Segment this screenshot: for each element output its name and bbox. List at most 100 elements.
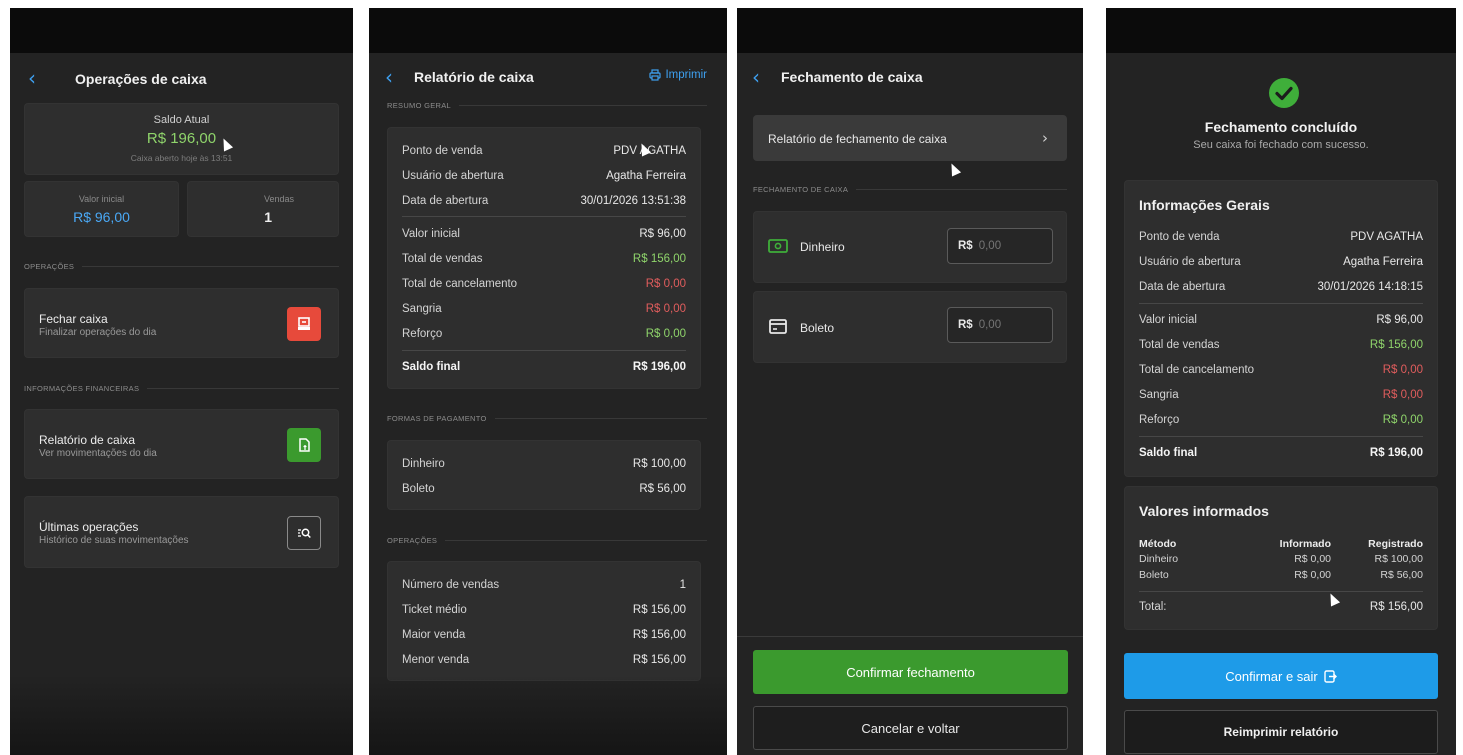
- exit-icon: [1324, 669, 1337, 683]
- boleto-row: Boleto R$: [753, 291, 1067, 363]
- valor-inicial-card: Valor inicial R$ 96,00: [24, 181, 179, 237]
- cancelar-voltar-button[interactable]: Cancelar e voltar: [753, 706, 1068, 750]
- saldo-final-row: Saldo final R$ 196,00: [402, 361, 686, 373]
- dinheiro-input[interactable]: R$: [947, 228, 1053, 264]
- section-fechamento-caixa: FECHAMENTO DE CAIXA: [753, 185, 1067, 194]
- divider: [1139, 591, 1423, 592]
- resumo-row: Usuário de abertura Agatha Ferreira: [402, 170, 686, 182]
- page-title: Fechamento de caixa: [781, 69, 923, 85]
- success-title: Fechamento concluído: [1204, 119, 1358, 135]
- info-row: Sangria R$ 0,00: [1139, 389, 1423, 401]
- informacoes-gerais-title: Informações Gerais: [1139, 197, 1270, 213]
- info-row: Usuário de abertura Agatha Ferreira: [1139, 256, 1423, 268]
- operacao-row: Ticket médio R$ 156,00: [402, 604, 686, 616]
- bottom-fade: [369, 675, 727, 755]
- report-document-icon: [287, 428, 321, 462]
- vendas-value: 1: [264, 209, 272, 225]
- back-chevron-icon[interactable]: ‹: [752, 65, 760, 89]
- status-bar: [1106, 8, 1456, 53]
- vendas-label: Vendas: [263, 194, 294, 204]
- operacoes-card: Número de vendas 1 Ticket médio R$ 156,00 …: [387, 561, 701, 681]
- relatorio-caixa-button[interactable]: Relatório de caixa Ver movimentações do …: [24, 409, 339, 479]
- ultimas-operacoes-subtitle: Histórico de suas movimentações: [39, 535, 189, 546]
- print-button[interactable]: Imprimir: [649, 69, 707, 81]
- resumo-row: Valor inicial R$ 96,00: [402, 228, 686, 240]
- valor-inicial-value: R$ 96,00: [73, 209, 130, 225]
- resumo-row: Total de cancelamento R$ 0,00: [402, 278, 686, 290]
- divider: [1139, 436, 1423, 437]
- relatorio-caixa-subtitle: Ver movimentações do dia: [39, 448, 157, 459]
- print-label: Imprimir: [665, 69, 707, 81]
- printer-icon: [649, 69, 662, 81]
- info-row: Valor inicial R$ 96,00: [1139, 314, 1423, 326]
- section-informacoes-financeiras: INFORMAÇÕES FINANCEIRAS: [24, 384, 339, 393]
- success-check-icon: [1269, 78, 1299, 108]
- back-chevron-icon[interactable]: ‹: [28, 66, 36, 90]
- boleto-input[interactable]: R$: [947, 307, 1053, 343]
- saldo-subtitle: Caixa aberto hoje às 13:51: [130, 153, 233, 163]
- confirmar-fechamento-button[interactable]: Confirmar fechamento: [753, 650, 1068, 694]
- history-search-icon: [287, 516, 321, 550]
- vendas-card: Vendas 1: [187, 181, 339, 237]
- currency-prefix: R$: [958, 240, 973, 252]
- page-title: Relatório de caixa: [414, 69, 534, 85]
- cash-icon: [768, 239, 788, 253]
- operacao-row: Número de vendas 1: [402, 579, 686, 591]
- valor-inicial-label: Valor inicial: [78, 194, 125, 204]
- valores-informados-title: Valores informados: [1139, 503, 1269, 519]
- cash-register-icon: [287, 307, 321, 341]
- screen-fechamento-concluido: Fechamento concluído Seu caixa foi fecha…: [1106, 8, 1456, 755]
- relatorio-caixa-title: Relatório de caixa: [39, 433, 136, 447]
- divider: [402, 350, 686, 351]
- status-bar: [10, 8, 353, 53]
- divider: [402, 216, 686, 217]
- status-bar: [369, 8, 727, 53]
- page-title: Operações de caixa: [75, 71, 207, 87]
- fechar-caixa-subtitle: Finalizar operações do dia: [39, 327, 157, 338]
- success-subtitle: Seu caixa foi fechado com sucesso.: [1193, 139, 1369, 151]
- boleto-amount-field[interactable]: [978, 319, 1039, 331]
- info-row: Ponto de venda PDV AGATHA: [1139, 231, 1423, 243]
- ultimas-operacoes-button[interactable]: Últimas operações Histórico de suas movi…: [24, 496, 339, 568]
- resumo-row: Reforço R$ 0,00: [402, 328, 686, 340]
- mouse-cursor-icon: [946, 161, 962, 177]
- operacao-row: Menor venda R$ 156,00: [402, 654, 686, 666]
- info-row: Data de abertura 30/01/2026 14:18:15: [1139, 281, 1423, 293]
- informacoes-gerais-card: Informações Gerais Ponto de venda PDV AGA…: [1124, 180, 1438, 477]
- resumo-row: Data de abertura 30/01/2026 13:51:38: [402, 195, 686, 207]
- confirmar-sair-button[interactable]: Confirmar e sair: [1124, 653, 1438, 699]
- valores-informados-card: Valores informados Método Informado Regi…: [1124, 486, 1438, 630]
- saldo-value: R$ 196,00: [146, 130, 217, 147]
- saldo-atual-card: Saldo Atual R$ 196,00 Caixa aberto hoje …: [24, 103, 339, 175]
- ultimas-operacoes-title: Últimas operações: [39, 520, 139, 534]
- reimprimir-relatorio-button[interactable]: Reimprimir relatório: [1124, 710, 1438, 754]
- status-bar: [737, 8, 1083, 53]
- resumo-row: Sangria R$ 0,00: [402, 303, 686, 315]
- back-chevron-icon[interactable]: ‹: [385, 65, 393, 89]
- fechar-caixa-button[interactable]: Fechar caixa Finalizar operações do dia: [24, 288, 339, 358]
- relatorio-fechamento-link[interactable]: Relatório de fechamento de caixa ›: [753, 115, 1067, 161]
- saldo-final-row: Saldo final R$ 196,00: [1139, 447, 1423, 459]
- currency-prefix: R$: [958, 319, 973, 331]
- formas-pagamento-card: Dinheiro R$ 100,00 Boleto R$ 56,00: [387, 440, 701, 510]
- dinheiro-amount-field[interactable]: [978, 240, 1039, 252]
- dinheiro-row: Dinheiro R$: [753, 211, 1067, 283]
- footer-divider: [737, 636, 1083, 637]
- section-formas-pagamento: FORMAS DE PAGAMENTO: [387, 414, 707, 423]
- saldo-label: Saldo Atual: [153, 114, 210, 126]
- section-operacoes: OPERAÇÕES: [387, 536, 707, 545]
- info-row: Total de cancelamento R$ 0,00: [1139, 364, 1423, 376]
- chevron-right-icon: ›: [1042, 129, 1048, 147]
- relatorio-fechamento-label: Relatório de fechamento de caixa: [768, 132, 947, 146]
- card-icon: [769, 319, 787, 334]
- screen-fechamento-caixa: ‹ Fechamento de caixa Relatório de fecha…: [737, 8, 1083, 755]
- resumo-row: Total de vendas R$ 156,00: [402, 253, 686, 265]
- boleto-label: Boleto: [800, 321, 835, 335]
- dinheiro-label: Dinheiro: [800, 240, 845, 254]
- fechar-caixa-title: Fechar caixa: [39, 312, 108, 326]
- section-resumo-geral: RESUMO GERAL: [387, 101, 707, 110]
- screen-operacoes-caixa: ‹ Operações de caixa Saldo Atual R$ 196,…: [10, 8, 353, 755]
- resumo-geral-card: Ponto de venda PDV AGATHA Usuário de aber…: [387, 127, 701, 389]
- section-operacoes: OPERAÇÕES: [24, 262, 339, 271]
- bottom-fade: [10, 675, 353, 755]
